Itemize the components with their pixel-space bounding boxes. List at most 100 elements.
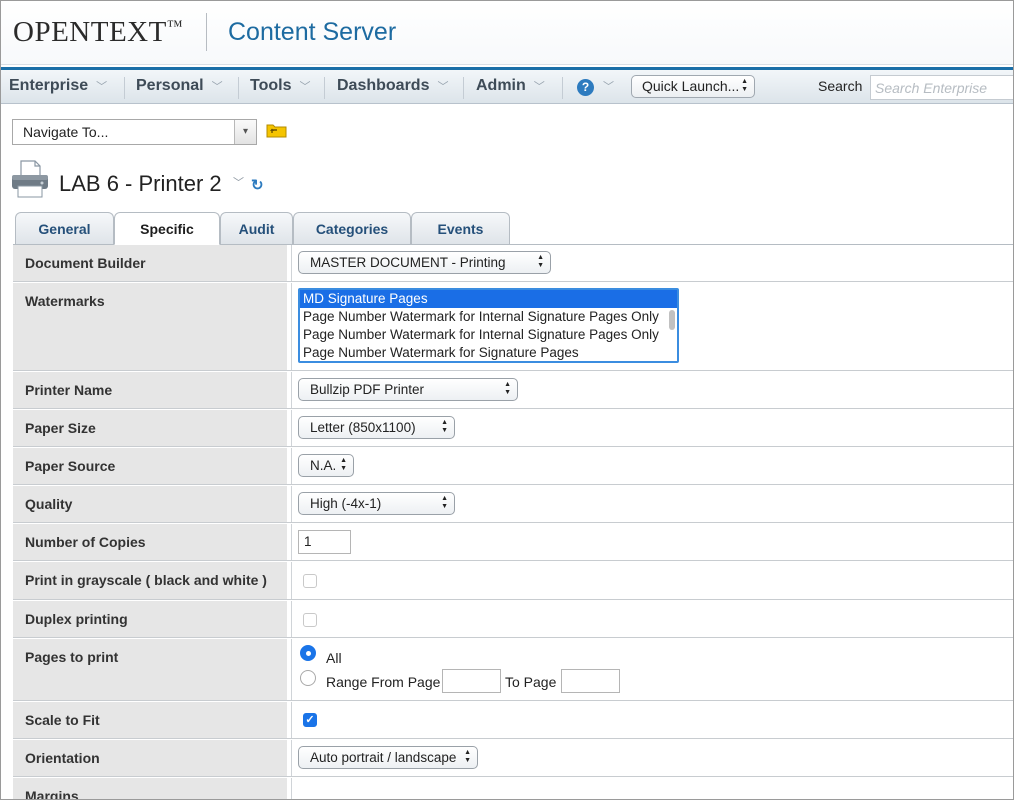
chevron-down-icon[interactable]: ﹀ bbox=[233, 174, 244, 190]
header-divider bbox=[206, 13, 207, 51]
document-builder-select[interactable]: MASTER DOCUMENT - Printing ▲ ▼ bbox=[298, 251, 551, 274]
field-value: All Range From Page To Page bbox=[291, 639, 1013, 700]
pages-all-radio[interactable] bbox=[300, 645, 316, 661]
nav-personal[interactable]: Personal ﹀ bbox=[136, 70, 223, 104]
row-paper-size: Paper Size Letter (850x1100) ▲ ▼ bbox=[13, 410, 1013, 447]
chevron-down-icon: ﹀ bbox=[96, 81, 108, 93]
row-paper-source: Paper Source N.A. ▲ ▼ bbox=[13, 448, 1013, 485]
row-grayscale: Print in grayscale ( black and white ) bbox=[13, 562, 1013, 600]
dropdown-arrow-icon[interactable]: ▾ bbox=[234, 120, 256, 144]
brand-trademark: ™ bbox=[166, 18, 184, 35]
nav-dashboards[interactable]: Dashboards ﹀ bbox=[337, 70, 448, 104]
help-icon[interactable]: ? bbox=[577, 79, 594, 96]
field-value: N.A. ▲ ▼ bbox=[291, 448, 1013, 484]
arrow-down-icon: ▼ bbox=[537, 262, 544, 269]
opentext-logo: OPENTEXT™ bbox=[13, 16, 183, 49]
tab-general[interactable]: General bbox=[15, 212, 114, 244]
field-label: Margins bbox=[13, 778, 289, 799]
select-value: Auto portrait / landscape bbox=[310, 750, 457, 765]
brand-name: OPENTEXT bbox=[13, 16, 167, 48]
folder-up-icon[interactable] bbox=[266, 122, 287, 138]
field-value bbox=[291, 601, 1013, 637]
orientation-select[interactable]: Auto portrait / landscape ▲ ▼ bbox=[298, 746, 478, 769]
arrow-down-icon: ▼ bbox=[340, 465, 347, 472]
field-value: Auto portrait / landscape ▲ ▼ bbox=[291, 740, 1013, 776]
row-copies: Number of Copies 1 bbox=[13, 524, 1013, 561]
chevron-down-icon: ﹀ bbox=[437, 81, 449, 93]
field-label: Document Builder bbox=[13, 245, 289, 281]
tab-audit[interactable]: Audit bbox=[220, 212, 293, 244]
select-value: Letter (850x1100) bbox=[310, 420, 416, 435]
search-input[interactable] bbox=[870, 75, 1013, 100]
field-label: Print in grayscale ( black and white ) bbox=[13, 562, 289, 599]
field-value: Letter (850x1100) ▲ ▼ bbox=[291, 410, 1013, 446]
listbox-option[interactable]: Page Number Watermark for Signature Page… bbox=[300, 344, 677, 361]
row-document-builder: Document Builder MASTER DOCUMENT - Print… bbox=[13, 245, 1013, 282]
quick-launch-select[interactable]: Quick Launch... ▲ ▼ bbox=[631, 75, 755, 98]
paper-source-select[interactable]: N.A. ▲ ▼ bbox=[298, 454, 354, 477]
navigate-to-select[interactable]: Navigate To... ▾ bbox=[12, 119, 257, 145]
chevron-down-icon[interactable]: ﹀ bbox=[603, 78, 614, 94]
nav-separator bbox=[562, 77, 563, 99]
field-value: High (-4x-1) ▲ ▼ bbox=[291, 486, 1013, 522]
nav-enterprise[interactable]: Enterprise ﹀ bbox=[9, 70, 107, 104]
copies-input[interactable]: 1 bbox=[298, 530, 351, 554]
field-label: Scale to Fit bbox=[13, 702, 289, 738]
scale-to-fit-checkbox[interactable]: ✓ bbox=[303, 713, 317, 727]
nav-admin-label: Admin bbox=[476, 77, 526, 94]
range-from-input[interactable] bbox=[442, 669, 501, 693]
search-label: Search bbox=[818, 78, 863, 94]
field-label: Quality bbox=[13, 486, 289, 522]
field-label: Paper Source bbox=[13, 448, 289, 484]
pages-all-label: All bbox=[326, 650, 342, 666]
listbox-option[interactable]: Page Number Watermark for Internal Signa… bbox=[300, 308, 677, 326]
select-value: MASTER DOCUMENT - Printing bbox=[310, 255, 506, 270]
nav-separator bbox=[238, 77, 239, 99]
printer-icon bbox=[12, 160, 48, 198]
arrow-down-icon: ▼ bbox=[441, 427, 448, 434]
pages-range-radio[interactable] bbox=[300, 670, 316, 686]
quick-launch-label: Quick Launch... bbox=[642, 78, 740, 94]
row-watermarks: Watermarks MD Signature Pages Page Numbe… bbox=[13, 283, 1013, 371]
field-value bbox=[291, 778, 1013, 799]
refresh-icon[interactable]: ↻ bbox=[251, 176, 264, 194]
row-margins: Margins bbox=[13, 778, 1013, 799]
main-nav: Enterprise ﹀ Personal ﹀ Tools ﹀ Dashboards ﹀… bbox=[1, 67, 1013, 104]
paper-size-select[interactable]: Letter (850x1100) ▲ ▼ bbox=[298, 416, 455, 439]
quality-select[interactable]: High (-4x-1) ▲ ▼ bbox=[298, 492, 455, 515]
row-orientation: Orientation Auto portrait / landscape ▲ ▼ bbox=[13, 740, 1013, 777]
watermarks-listbox[interactable]: MD Signature Pages Page Number Watermark… bbox=[298, 288, 679, 363]
app-header: OPENTEXT™ Content Server bbox=[1, 1, 1013, 65]
field-value: MD Signature Pages Page Number Watermark… bbox=[291, 283, 1013, 370]
grayscale-checkbox[interactable] bbox=[303, 574, 317, 588]
listbox-scrollbar[interactable] bbox=[669, 310, 675, 330]
field-value: ✓ bbox=[291, 702, 1013, 738]
field-label: Duplex printing bbox=[13, 601, 289, 637]
arrow-down-icon: ▼ bbox=[741, 86, 748, 93]
listbox-option[interactable]: MD Signature Pages bbox=[300, 290, 677, 308]
product-name: Content Server bbox=[228, 18, 397, 46]
field-label: Paper Size bbox=[13, 410, 289, 446]
chevron-down-icon: ﹀ bbox=[533, 81, 545, 93]
row-duplex: Duplex printing bbox=[13, 601, 1013, 638]
chevron-down-icon: ﹀ bbox=[211, 81, 223, 93]
select-value: N.A. bbox=[310, 458, 337, 473]
arrow-down-icon: ▼ bbox=[464, 757, 471, 764]
app-window: OPENTEXT™ Content Server Enterprise ﹀ Per… bbox=[0, 0, 1014, 800]
duplex-checkbox[interactable] bbox=[303, 613, 317, 627]
printer-name-select[interactable]: Bullzip PDF Printer ▲ ▼ bbox=[298, 378, 518, 401]
chevron-down-icon: ﹀ bbox=[299, 81, 311, 93]
tab-events[interactable]: Events bbox=[411, 212, 510, 244]
select-value: Bullzip PDF Printer bbox=[310, 382, 425, 397]
tab-specific[interactable]: Specific bbox=[114, 212, 220, 245]
listbox-option[interactable]: Page Number Watermark for Internal Signa… bbox=[300, 326, 677, 344]
tab-categories[interactable]: Categories bbox=[293, 212, 411, 244]
field-label: Number of Copies bbox=[13, 524, 289, 560]
nav-admin[interactable]: Admin ﹀ bbox=[476, 70, 545, 104]
row-printer-name: Printer Name Bullzip PDF Printer ▲ ▼ bbox=[13, 372, 1013, 409]
range-to-input[interactable] bbox=[561, 669, 620, 693]
field-label: Printer Name bbox=[13, 372, 289, 408]
nav-separator bbox=[124, 77, 125, 99]
row-scale-to-fit: Scale to Fit ✓ bbox=[13, 702, 1013, 739]
nav-tools[interactable]: Tools ﹀ bbox=[250, 70, 310, 104]
